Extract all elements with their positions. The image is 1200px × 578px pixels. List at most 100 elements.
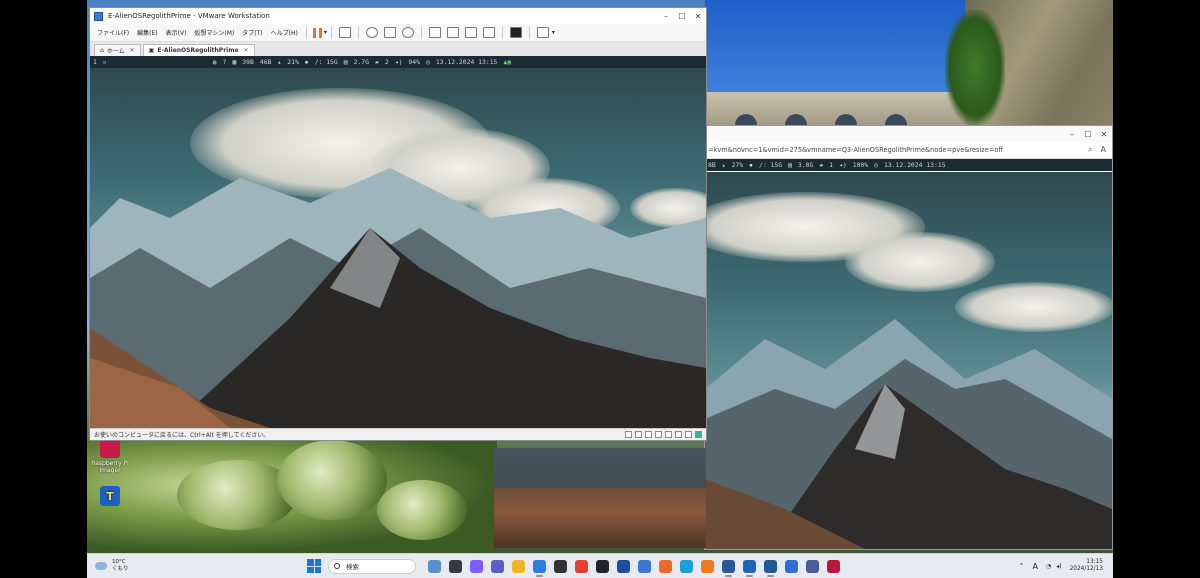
terminal-icon[interactable] <box>596 559 609 573</box>
chevron-up-icon[interactable]: ⌃ <box>1019 562 1025 570</box>
dev-home-icon[interactable] <box>617 559 630 573</box>
menu-help[interactable]: ヘルプ(H) <box>267 28 302 37</box>
menu-tabs[interactable]: タブ(T) <box>238 28 266 37</box>
notepad-icon[interactable] <box>638 559 651 573</box>
thumbnail-bar-icon[interactable] <box>446 27 459 38</box>
menu-edit[interactable]: 編集(E) <box>133 28 161 37</box>
vmware-titlebar: E-AlienOSRegolithPrime - VMware Workstat… <box>90 8 706 24</box>
vpn-icon[interactable] <box>659 559 672 573</box>
cloud-icon <box>95 562 107 570</box>
search-box[interactable]: 検索 <box>328 558 416 574</box>
volume-value: 100% <box>852 161 869 169</box>
disk-value: /: 15G <box>758 161 783 169</box>
send-ctrl-alt-del-icon[interactable] <box>338 27 351 38</box>
speaker-icon[interactable]: ◂) <box>1056 563 1061 570</box>
word-icon[interactable] <box>722 559 735 577</box>
close-tab-icon[interactable]: ✕ <box>130 47 135 54</box>
console-view-icon[interactable] <box>509 27 522 38</box>
close-icon[interactable]: ✕ <box>1096 130 1112 139</box>
address-bar[interactable]: =kvm&novnc=1&vmid=275&vmname=Q3-AlienOSR… <box>705 142 1112 159</box>
menu-file[interactable]: ファイル(F) <box>93 28 133 37</box>
memory-value: 3.0G <box>797 161 814 169</box>
close-icon[interactable]: ✕ <box>690 12 706 21</box>
landscape-app-icon[interactable] <box>428 559 441 573</box>
snapshot-manager-icon[interactable] <box>401 27 414 38</box>
t-app-icon: T <box>100 486 120 506</box>
edge-icon[interactable] <box>680 559 693 573</box>
messages-icon[interactable] <box>695 431 702 438</box>
zoom-icon[interactable]: ⌕ <box>1088 145 1092 155</box>
maximize-icon[interactable]: ☐ <box>1080 130 1096 139</box>
message-icon: ▰ <box>375 58 379 66</box>
cd-icon[interactable] <box>635 431 642 438</box>
tab-vm[interactable]: ▣ E-AlienOSRegolithPrime ✕ <box>142 44 255 56</box>
snapshot-icon[interactable] <box>365 27 378 38</box>
file-explorer-icon[interactable] <box>512 559 525 573</box>
browser-window: – ☐ ✕ =kvm&novnc=1&vmid=275&vmname=Q3-Al… <box>704 125 1113 550</box>
desktop-icon-label: Raspberry Pi Imager <box>91 460 129 474</box>
copilot-icon[interactable] <box>470 559 483 573</box>
show-library-icon[interactable] <box>428 27 441 38</box>
close-tab-icon[interactable]: ✕ <box>244 47 249 54</box>
ime-indicator[interactable]: A <box>1032 562 1037 571</box>
maximize-icon[interactable]: ☐ <box>674 12 690 21</box>
sound-icon[interactable] <box>665 431 672 438</box>
menubar: ファイル(F) 編集(E) 表示(V) 仮想マシン(M) タブ(T) ヘルプ(H… <box>90 24 706 42</box>
network-adapter-icon[interactable] <box>645 431 652 438</box>
wifi-icon[interactable]: ◔ <box>1046 563 1051 570</box>
vmware-icon[interactable] <box>764 559 777 577</box>
chrome-icon[interactable] <box>575 559 588 573</box>
revert-snapshot-icon[interactable] <box>383 27 396 38</box>
window-icon: ▫ <box>102 58 107 66</box>
task-view-icon[interactable] <box>449 559 462 573</box>
right-letterbox <box>1113 0 1200 578</box>
vmware-status-hint: お使いのコンピュータに戻るには、Ctrl+Alt を押してください。 <box>90 428 706 440</box>
firefox-icon[interactable] <box>701 559 714 573</box>
clock[interactable]: 13:15 2024/12/13 <box>1070 559 1103 573</box>
network-icon: ▦ <box>232 58 237 66</box>
tab-label: ホーム <box>106 48 125 55</box>
network-tool-icon[interactable] <box>806 559 819 573</box>
vm-statusbar: 8B ▴ 27% ▪ /: 15G ▤ 3.0G ▰ 1 ◂) 100% ◷ 1… <box>705 159 1112 171</box>
chevron-down-icon[interactable]: ▾ <box>324 29 327 36</box>
fullscreen-icon[interactable] <box>464 27 477 38</box>
mountains <box>90 168 706 428</box>
screen: Raspberry Pi Imager T – ☐ ✕ =kvm&novnc=1… <box>0 0 1200 578</box>
desktop-icon-t-app[interactable]: T <box>90 486 130 508</box>
printer-icon[interactable] <box>675 431 682 438</box>
mail-icon[interactable] <box>533 559 546 577</box>
vm-screen[interactable] <box>90 68 706 428</box>
unity-icon[interactable] <box>482 27 495 38</box>
volume-icon: ◂) <box>394 58 403 66</box>
virtualbox-icon[interactable] <box>743 559 756 577</box>
menu-vm[interactable]: 仮想マシン(M) <box>190 28 238 37</box>
app-red-icon[interactable] <box>827 559 840 573</box>
taskbar-apps: 検索 <box>307 558 844 577</box>
chevron-down-icon[interactable]: ▾ <box>552 29 555 36</box>
tab-home[interactable]: ⌂ ホーム ✕ <box>94 44 141 56</box>
tab-bar: ⌂ ホーム ✕ ▣ E-AlienOSRegolithPrime ✕ <box>90 42 706 56</box>
teams-icon[interactable] <box>491 559 504 573</box>
stretch-guest-icon[interactable] <box>536 27 549 38</box>
usb-icon[interactable] <box>655 431 662 438</box>
cpu-value: 21% <box>287 58 299 66</box>
url-text: =kvm&novnc=1&vmid=275&vmname=Q3-AlienOSR… <box>708 146 1003 154</box>
memory-icon: ▤ <box>788 161 792 169</box>
menu-view[interactable]: 表示(V) <box>162 28 191 37</box>
minimize-icon[interactable]: – <box>658 12 674 21</box>
browser-titlebar: – ☐ ✕ <box>705 126 1112 142</box>
remote-desktop-icon[interactable] <box>785 559 798 573</box>
read-aloud-icon[interactable]: A <box>1101 145 1106 155</box>
messages-value: 2 <box>384 58 389 66</box>
memory-icon: ▤ <box>343 58 348 66</box>
hdd-icon[interactable] <box>625 431 632 438</box>
desktop-icon-raspberry-pi-imager[interactable]: Raspberry Pi Imager <box>90 438 130 474</box>
vm-screen[interactable] <box>705 172 1112 549</box>
display-icon[interactable] <box>685 431 692 438</box>
store-icon[interactable] <box>554 559 567 573</box>
weather-widget[interactable]: 10°C くもり <box>87 559 177 573</box>
pause-icon[interactable] <box>312 27 322 38</box>
start-button[interactable] <box>307 559 321 573</box>
minimize-icon[interactable]: – <box>1064 130 1080 139</box>
clock-date: 2024/12/13 <box>1069 566 1103 572</box>
